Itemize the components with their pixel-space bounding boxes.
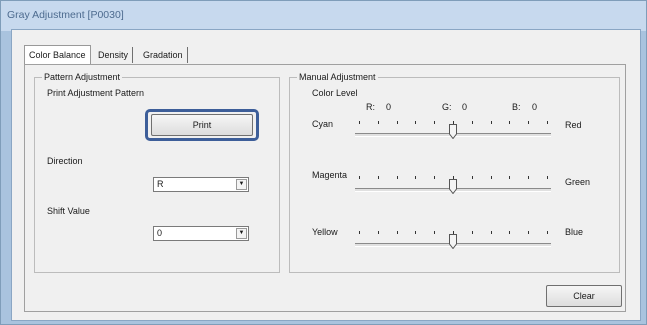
slider-tick xyxy=(415,176,417,179)
slider-tick xyxy=(490,176,492,179)
slider-tick xyxy=(509,121,511,124)
slider-tick xyxy=(471,231,473,234)
level-g-label: G: xyxy=(442,102,452,112)
cyan-label: Cyan xyxy=(312,119,334,129)
shift-value-select[interactable]: 0 ▼ xyxy=(153,226,249,241)
slider-tick xyxy=(528,121,530,124)
clear-button[interactable]: Clear xyxy=(546,285,622,307)
level-r-label: R: xyxy=(366,102,375,112)
magenta-label: Magenta xyxy=(312,170,348,180)
slider-tick xyxy=(471,121,473,124)
pattern-adjustment-group: Pattern Adjustment Print Adjustment Patt… xyxy=(34,71,280,273)
shift-value-label: Shift Value xyxy=(47,206,90,216)
direction-label: Direction xyxy=(47,156,83,166)
magenta-green-slider[interactable] xyxy=(355,170,551,200)
print-button[interactable]: Print xyxy=(151,114,253,136)
pattern-adjustment-title: Pattern Adjustment xyxy=(42,71,123,83)
cyan-red-slider[interactable] xyxy=(355,115,551,145)
slider-thumb-icon[interactable] xyxy=(449,124,457,139)
level-b-value: 0 xyxy=(532,102,538,112)
manual-adjustment-title: Manual Adjustment xyxy=(297,71,378,83)
slider-tick xyxy=(415,231,417,234)
yellow-label: Yellow xyxy=(312,227,338,237)
tab-gradation[interactable]: Gradation xyxy=(139,47,188,63)
slider-tick xyxy=(547,176,548,179)
slider-tick xyxy=(359,121,360,124)
slider-tick xyxy=(471,176,473,179)
slider-tick xyxy=(396,231,398,234)
slider-tick xyxy=(434,231,436,234)
slider-tick xyxy=(509,231,511,234)
slider-thumb-icon[interactable] xyxy=(449,234,457,249)
level-g-value: 0 xyxy=(462,102,468,112)
slider-tick xyxy=(490,121,492,124)
print-adjustment-pattern-label: Print Adjustment Pattern xyxy=(47,88,145,98)
dialog-client-area: Color Balance Density Gradation Pattern … xyxy=(11,29,641,321)
direction-select[interactable]: R ▼ xyxy=(153,177,249,192)
green-label: Green xyxy=(565,177,591,187)
slider-tick xyxy=(490,231,492,234)
level-b-label: B: xyxy=(512,102,521,112)
slider-tick xyxy=(377,231,379,234)
gray-adjustment-window: Gray Adjustment [P0030] Color Balance De… xyxy=(0,0,647,325)
slider-tick xyxy=(396,121,398,124)
slider-tick xyxy=(434,176,436,179)
direction-value: R xyxy=(157,179,164,189)
red-label: Red xyxy=(565,120,582,130)
slider-tick xyxy=(547,121,548,124)
slider-tick xyxy=(509,176,511,179)
tab-density[interactable]: Density xyxy=(94,47,134,63)
tab-color-balance[interactable]: Color Balance xyxy=(24,45,91,64)
slider-tick xyxy=(377,176,379,179)
slider-tick xyxy=(377,121,379,124)
slider-tick xyxy=(434,121,436,124)
shift-value: 0 xyxy=(157,228,163,238)
blue-label: Blue xyxy=(565,227,584,237)
slider-tick xyxy=(415,121,417,124)
slider-tick xyxy=(528,231,530,234)
dropdown-arrow-icon[interactable]: ▼ xyxy=(236,179,247,190)
color-level-label: Color Level xyxy=(312,88,358,98)
slider-tick xyxy=(547,231,548,234)
manual-adjustment-group: Manual Adjustment Color Level R: 0 G: 0 … xyxy=(289,71,620,273)
color-balance-panel: Pattern Adjustment Print Adjustment Patt… xyxy=(24,64,626,312)
level-r-value: 0 xyxy=(386,102,392,112)
yellow-blue-slider[interactable] xyxy=(355,225,551,255)
slider-thumb-icon[interactable] xyxy=(449,179,457,194)
window-title: Gray Adjustment [P0030] xyxy=(1,1,646,31)
slider-tick xyxy=(396,176,398,179)
slider-tick xyxy=(359,176,360,179)
dropdown-arrow-icon[interactable]: ▼ xyxy=(236,228,247,239)
slider-tick xyxy=(359,231,360,234)
slider-tick xyxy=(528,176,530,179)
